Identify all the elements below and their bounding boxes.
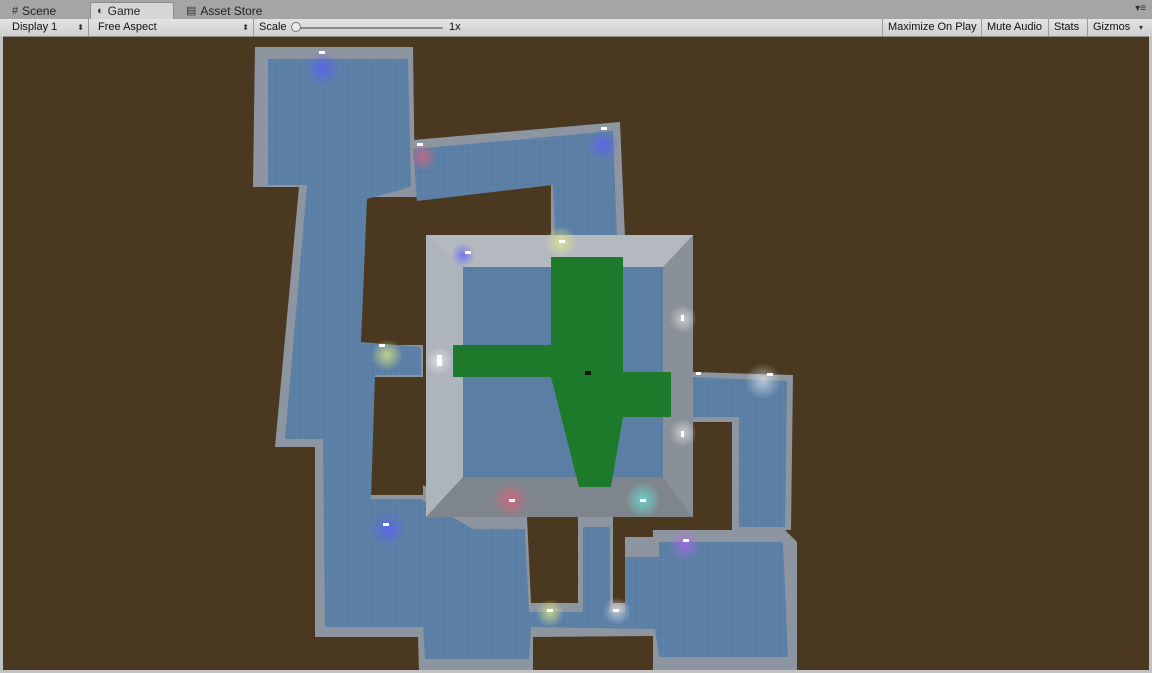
updown-arrow-icon: ⬍ [77,23,84,32]
tab-game-label: Game [107,4,141,18]
gizmos-label: Gizmos [1093,21,1131,33]
stats-button[interactable]: Stats [1048,19,1084,36]
scale-slider-thumb[interactable] [291,22,301,32]
game-toolbar: Display 1 ⬍ Free Aspect ⬍ Scale 1x Maxim… [0,19,1152,37]
updown-arrow-icon: ⬍ [242,23,249,32]
chevron-down-icon: ▾ [1138,23,1143,32]
grid-icon: # [12,4,19,17]
scale-slider-track[interactable] [297,27,443,29]
tab-scene[interactable]: # Scene [6,2,62,19]
player-marker [585,371,591,375]
mute-audio-button[interactable]: Mute Audio [981,19,1047,36]
tab-bar: # Scene ◐ Game ▤ Asset Store ▾≡ [0,0,1152,20]
gizmos-dropdown[interactable]: Gizmos ▾ [1087,19,1145,36]
pacman-icon: ◐ [97,5,104,17]
scale-value: 1x [449,21,461,33]
tab-game[interactable]: ◐ Game [90,2,174,19]
tab-asset-store[interactable]: ▤ Asset Store [180,2,268,19]
maximize-on-play-button[interactable]: Maximize On Play [882,19,982,36]
display-value: Display 1 [12,21,58,33]
store-icon: ▤ [186,4,197,17]
aspect-dropdown[interactable]: Free Aspect ⬍ [93,19,254,36]
game-viewport[interactable] [3,37,1149,670]
aspect-value: Free Aspect [98,21,157,33]
display-dropdown[interactable]: Display 1 ⬍ [7,19,89,36]
panel-menu-icon[interactable]: ▾≡ [1135,3,1146,14]
game-scene [253,47,797,670]
scale-label: Scale [259,21,287,33]
tab-scene-label: Scene [22,3,57,18]
tab-asset-store-label: Asset Store [200,3,263,18]
